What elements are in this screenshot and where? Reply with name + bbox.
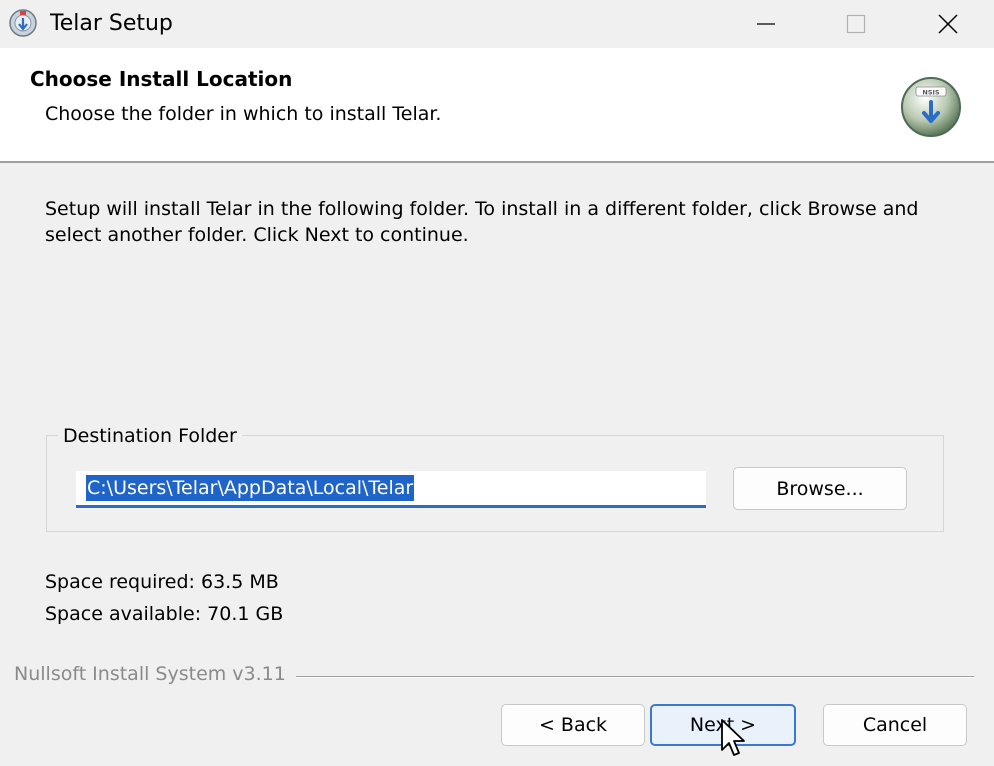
maximize-icon [846,14,866,34]
window-title: Telar Setup [50,11,173,36]
page-title: Choose Install Location [30,67,293,91]
close-button[interactable] [902,0,994,48]
back-button[interactable]: < Back [501,704,645,746]
setup-window: Telar Setup Choose Install Location Choo… [0,0,994,766]
intro-text: Setup will install Telar in the followin… [45,198,919,246]
destination-path-input[interactable]: C:\Users\Telar\AppData\Local\Telar [76,471,706,508]
minimize-button[interactable] [720,0,812,48]
page-header: Choose Install Location Choose the folde… [0,48,994,163]
installer-disc-icon [9,9,37,37]
close-icon [938,14,958,34]
logo-text: NSIS [922,89,940,97]
space-available-label: Space available: 70.1 GB [45,603,284,625]
title-bar: Telar Setup [0,0,994,48]
space-required-label: Space required: 63.5 MB [45,571,279,593]
nsis-logo-icon: NSIS [901,77,961,137]
mouse-pointer-icon [721,719,745,756]
page-subtitle: Choose the folder in which to install Te… [45,103,442,125]
destination-path-text: C:\Users\Telar\AppData\Local\Telar [86,475,415,501]
destination-legend: Destination Folder [58,424,242,448]
cancel-button[interactable]: Cancel [823,704,967,746]
minimize-icon [757,23,775,25]
maximize-button[interactable] [810,0,902,48]
branding-text: Nullsoft Install System v3.11 [14,662,296,686]
browse-button[interactable]: Browse... [733,467,907,510]
